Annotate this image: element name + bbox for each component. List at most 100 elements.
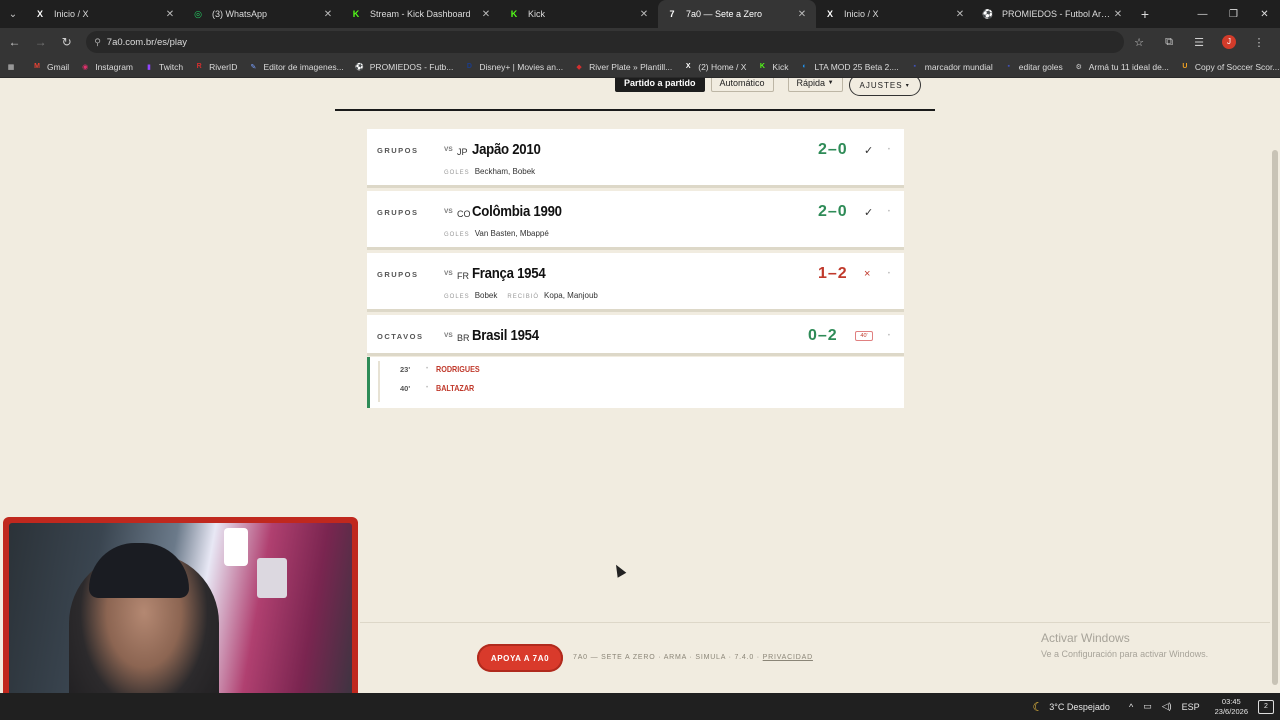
bookmark-item[interactable]: ⚽ PROMIEDOS - Futb... [355, 62, 453, 72]
media-control-icon[interactable]: ☰ [1184, 36, 1214, 49]
browser-tab[interactable]: ◎ (3) WhatsApp ✕ [184, 0, 342, 28]
mouse-cursor [611, 562, 627, 578]
bookmark-item[interactable]: D Disney+ | Movies an... [464, 62, 563, 72]
clock[interactable]: 03:45 23/6/2026 [1215, 697, 1248, 717]
notifications-icon[interactable]: 2 [1258, 699, 1274, 714]
close-window-icon[interactable]: ✕ [1249, 0, 1280, 28]
reload-icon[interactable]: ↻ [55, 30, 78, 54]
bookmark-item[interactable]: ▮ Twitch [144, 62, 183, 72]
address-bar[interactable]: ⚲ 7a0.com.br/es/play [86, 31, 1125, 53]
close-tab-icon[interactable]: ✕ [638, 9, 650, 20]
match-score: 2–0 [818, 203, 848, 220]
volume-icon[interactable]: ◁) [1162, 701, 1172, 712]
browser-tab[interactable]: X Inicio / X ✕ [816, 0, 974, 28]
bookmark-item[interactable]: ✎ Editor de imagenes... [248, 62, 344, 72]
bookmark-star-icon[interactable]: ☆ [1124, 36, 1154, 49]
opponent-team-name: França 1954 [472, 265, 546, 282]
page-scrollbar[interactable] [1270, 78, 1280, 693]
language-indicator[interactable]: ESP [1182, 702, 1200, 712]
tray-chevron-icon[interactable]: ^ [1129, 702, 1133, 712]
minimize-icon[interactable]: — [1187, 0, 1218, 28]
network-icon[interactable]: ▭ [1143, 701, 1152, 712]
browser-tab[interactable]: K Kick ✕ [500, 0, 658, 28]
bookmark-item[interactable]: ▦ [6, 62, 21, 72]
forward-arrow-icon[interactable]: → [29, 30, 52, 54]
whatsapp-icon: ◎ [194, 8, 202, 19]
more-dot-icon[interactable]: • [888, 209, 890, 215]
restore-icon[interactable]: ❐ [1218, 0, 1249, 28]
tab-title: PROMIEDOS - Futbol Argentino [1002, 9, 1112, 19]
settings-button[interactable]: AJUSTES ▾ [848, 78, 921, 96]
browser-tab[interactable]: K Stream - Kick Dashboard ✕ [342, 0, 500, 28]
support-button[interactable]: APOYA A 7A0 [477, 644, 563, 672]
vs-label: VS [444, 146, 453, 153]
caret-down-icon: ▼ [827, 80, 834, 86]
goals-line: GOLES Van Basten, Mbappé [444, 229, 549, 238]
more-dot-icon[interactable]: • [888, 147, 890, 153]
new-tab-button[interactable]: + [1132, 0, 1158, 28]
promiedos-icon: ⚽ [982, 8, 994, 19]
check-icon: ✓ [864, 145, 874, 157]
event-minute: 40' [400, 383, 411, 393]
weather-text: 3°C Despejado [1049, 701, 1110, 712]
weather-widget[interactable]: ☾ 3°C Despejado [1033, 700, 1110, 714]
bookmark-label: RiverID [209, 61, 238, 72]
bookmark-item[interactable]: X (2) Home / X [683, 62, 747, 72]
match-by-match-mode-button[interactable]: Partido a partido [615, 78, 705, 92]
close-tab-icon[interactable]: ✕ [480, 9, 492, 20]
browser-tab[interactable]: 7 7a0 — Sete a Zero ✕ [658, 0, 816, 28]
ball-icon: • [425, 385, 429, 391]
tab-search-chevron-icon[interactable]: ⌄ [0, 0, 26, 28]
site-info-icon[interactable]: ⚲ [94, 37, 101, 48]
close-tab-icon[interactable]: ✕ [796, 9, 808, 20]
speed-dropdown[interactable]: Rápida ▼ [787, 78, 843, 92]
browser-tab[interactable]: X Inicio / X ✕ [26, 0, 184, 28]
close-tab-icon[interactable]: ✕ [322, 9, 334, 20]
footer-text: 7A0 — SETE A ZERO · ARMA · SIMULA · 7.4.… [573, 654, 813, 661]
match-card[interactable]: GRUPOS VS FR França 1954 1–2 × GOLES Bobek RECIB… [367, 253, 904, 312]
clock-date: 23/6/2026 [1214, 706, 1248, 716]
match-card[interactable]: GRUPOS VS JP Japão 2010 2–0 ✓ GOLES Beckham, Bo… [367, 129, 904, 188]
extensions-icon[interactable]: ⧉ [1154, 36, 1184, 49]
tab-title: Kick [528, 9, 546, 19]
bookmark-item[interactable]: U Copy of Soccer Scor... [1180, 62, 1279, 72]
bookmark-item[interactable]: ◐ LTA MOD 25 Beta 2.... [799, 62, 898, 72]
bookmark-label: Armá tu 11 ideal de... [1088, 61, 1169, 72]
riverid-icon: R [196, 63, 202, 70]
close-tab-icon[interactable]: ✕ [1112, 9, 1124, 20]
event-scorer: RODRIGUES [436, 364, 480, 374]
match-stage: GRUPOS [377, 146, 419, 155]
close-tab-icon[interactable]: ✕ [954, 9, 966, 20]
menu-kebab-icon[interactable]: ⋮ [1244, 36, 1274, 49]
match-score: 0–2 [808, 327, 838, 344]
bookmark-item[interactable]: K Kick [757, 62, 789, 72]
close-tab-icon[interactable]: ✕ [164, 9, 176, 20]
twitch-icon: ▮ [147, 63, 151, 71]
bookmark-item[interactable]: R RiverID [194, 61, 238, 72]
goals-line: GOLES Bobek RECIBIÓ Kopa, Manjoub [444, 291, 598, 300]
profile-avatar[interactable]: J [1222, 35, 1237, 49]
match-card[interactable]: GRUPOS VS CO Colômbia 1990 2–0 ✓ GOLES Van Bast… [367, 191, 904, 250]
bookmark-item[interactable]: ◉ Instagram [80, 62, 133, 72]
instagram-icon: ◉ [82, 63, 89, 71]
bookmark-item[interactable]: M Gmail [32, 62, 69, 72]
match-card[interactable]: OCTAVOS VS BR Brasil 1954 0–2 40' • [367, 315, 904, 356]
image-editor-icon: ✎ [250, 63, 257, 71]
more-dot-icon[interactable]: • [888, 333, 890, 339]
bookmark-label: editar goles [1018, 61, 1063, 72]
check-icon: ✓ [864, 207, 874, 219]
bookmark-item[interactable]: ▪ editar goles [1004, 62, 1063, 72]
privacy-link[interactable]: PRIVACIDAD [763, 654, 813, 661]
bookmark-item[interactable]: ◆ River Plate » Plantill... [574, 62, 672, 72]
bookmark-item[interactable]: ⚙ Armá tu 11 ideal de... [1074, 62, 1169, 72]
bookmark-label: Instagram [95, 61, 133, 72]
goals-label: GOLES [444, 232, 470, 238]
browser-tab[interactable]: ⚽ PROMIEDOS - Futbol Argentino✕ [974, 0, 1132, 28]
watermark-title: Activar Windows [1041, 631, 1130, 645]
more-dot-icon[interactable]: • [888, 271, 890, 277]
scrollbar-thumb[interactable] [1272, 150, 1278, 685]
country-code: BR [457, 333, 470, 343]
bookmark-item[interactable]: ▪ marcador mundial [910, 62, 992, 72]
automatic-mode-button[interactable]: Automático [710, 78, 774, 92]
back-arrow-icon[interactable]: ← [3, 30, 26, 54]
